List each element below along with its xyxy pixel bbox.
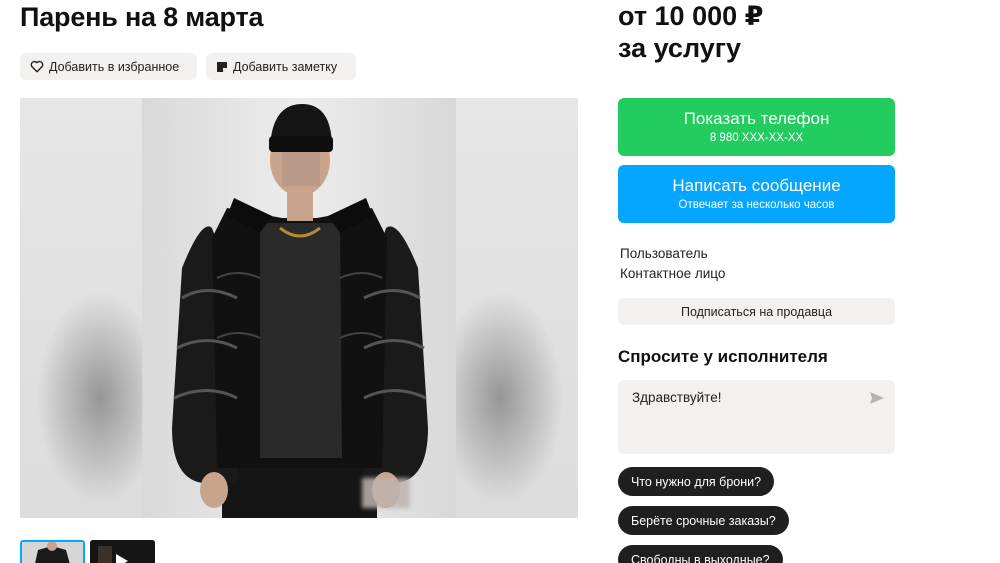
thumbnail-1[interactable] — [20, 540, 85, 563]
listing-page: Парень на 8 марта Добавить в избранное Д… — [0, 0, 1000, 563]
ask-message-value: Здравствуйте! — [632, 390, 722, 405]
add-note-label: Добавить заметку — [233, 59, 338, 74]
price-value: от 10 000 ₽ — [618, 1, 764, 31]
send-icon[interactable] — [869, 391, 885, 405]
quick-question-2[interactable]: Берёте срочные заказы? — [618, 506, 789, 535]
write-message-button[interactable]: Написать сообщение Отвечает за несколько… — [618, 165, 895, 223]
add-note-button[interactable]: Добавить заметку — [206, 53, 356, 80]
ask-message-input[interactable]: Здравствуйте! — [618, 380, 895, 454]
response-time: Отвечает за несколько часов — [678, 199, 835, 211]
phone-masked: 8 980 XXX-XX-XX — [709, 132, 804, 144]
heart-icon — [30, 60, 44, 73]
seller-role: Контактное лицо — [620, 266, 726, 281]
video-play-icon — [90, 540, 155, 563]
ask-section-title: Спросите у исполнителя — [618, 347, 828, 366]
subscribe-seller-button[interactable]: Подписаться на продавца — [618, 298, 895, 325]
photo-gallery[interactable] — [20, 98, 578, 518]
write-message-label: Написать сообщение — [672, 176, 841, 195]
blurred-watermark — [362, 478, 410, 508]
show-phone-label: Показать телефон — [683, 109, 830, 128]
thumbnail-2-video[interactable] — [90, 540, 155, 563]
listing-title: Парень на 8 марта — [20, 2, 264, 32]
price-unit: за услугу — [618, 33, 742, 63]
thumbnail-1-image — [22, 542, 83, 563]
note-icon — [217, 61, 227, 72]
seller-name-link[interactable]: Пользователь — [620, 246, 708, 261]
main-photo[interactable] — [142, 98, 456, 518]
show-phone-button[interactable]: Показать телефон 8 980 XXX-XX-XX — [618, 98, 895, 156]
quick-question-1[interactable]: Что нужно для брони? — [618, 467, 775, 496]
add-to-favorites-label: Добавить в избранное — [49, 59, 180, 74]
quick-question-3[interactable]: Свободны в выходные? — [618, 545, 783, 563]
add-to-favorites-button[interactable]: Добавить в избранное — [20, 53, 197, 80]
price-block: от 10 000 ₽ за услугу — [618, 0, 763, 64]
person-in-puffer-jacket-image — [172, 104, 428, 518]
